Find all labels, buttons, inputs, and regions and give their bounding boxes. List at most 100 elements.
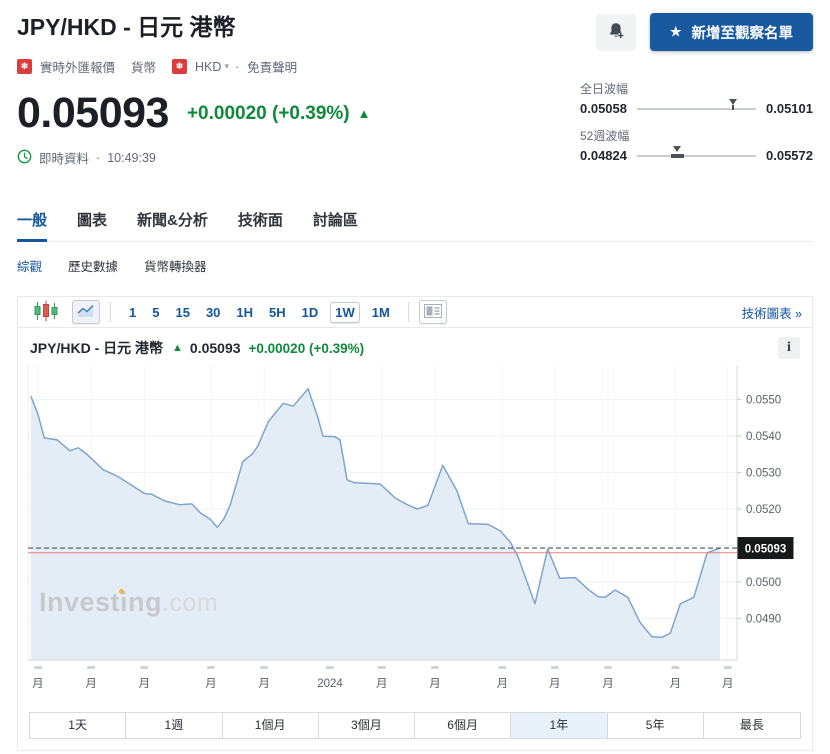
svg-text:月: 月 (258, 678, 270, 690)
tab-news-analysis[interactable]: 新聞&分析 (137, 209, 208, 241)
disclaimer-link[interactable]: 免責聲明 (247, 57, 297, 76)
page-header: JPY/HKD - 日元 港幣 ★ 新增至觀察名單 (17, 0, 813, 51)
interval-1d[interactable]: 1D (302, 305, 319, 320)
chart-toolbar: 1 5 15 30 1H 5H 1D 1W 1M 技術圖表 » (18, 297, 812, 328)
svg-text:月: 月 (376, 678, 388, 690)
interval-5h[interactable]: 5H (269, 305, 286, 320)
tab-charts[interactable]: 圖表 (77, 209, 107, 241)
week52-range-row: 0.04824 0.05572 (580, 145, 813, 163)
chart-up-arrow-icon: ▲ (172, 342, 183, 354)
svg-text:0.0540: 0.0540 (746, 431, 781, 443)
svg-text:月: 月 (85, 678, 97, 690)
subtab-historical-data[interactable]: 歷史數據 (68, 256, 118, 275)
interval-1[interactable]: 1 (129, 305, 136, 320)
time-range-buttons: 1天 1週 1個月 3個月 6個月 1年 5年 最長 (29, 712, 801, 739)
week52-range-marker (672, 145, 681, 152)
toolbar-separator (407, 302, 409, 322)
clock-icon (17, 149, 32, 167)
chart-area: 0.05500.05400.05300.05200.05100.05000.04… (18, 365, 812, 700)
instrument-type-link[interactable]: 貨幣 (131, 57, 156, 76)
watchlist-button-label: 新增至觀察名單 (691, 25, 794, 42)
svg-text:0.05093: 0.05093 (745, 543, 787, 555)
technical-chart-link[interactable]: 技術圖表 » (742, 303, 802, 322)
candlestick-icon (33, 300, 59, 325)
svg-text:0.0530: 0.0530 (746, 468, 781, 480)
week52-range-low: 0.04824 (580, 148, 627, 163)
star-icon: ★ (669, 24, 682, 39)
interval-1w[interactable]: 1W (330, 301, 360, 323)
svg-text:月: 月 (32, 678, 44, 690)
area-chart-icon (77, 304, 95, 321)
main-tabs: 一般 圖表 新聞&分析 技術面 討論區 (17, 209, 813, 242)
info-icon[interactable]: i (778, 337, 800, 359)
quote-time: 10:49:39 (107, 150, 156, 165)
chart-change: +0.00020 (+0.39%) (248, 340, 365, 356)
interval-1h[interactable]: 1H (236, 305, 253, 320)
svg-text:0.0550: 0.0550 (746, 395, 781, 407)
create-alert-button[interactable] (595, 13, 636, 51)
add-to-watchlist-button[interactable]: ★ 新增至觀察名單 (649, 13, 813, 51)
up-arrow-icon: ▲ (357, 106, 371, 121)
svg-text:月: 月 (722, 678, 734, 690)
time-axis-labels: 月 月 月 月 月 2024 月 月 月 月 月 月 月 (32, 666, 734, 690)
day-range-track (637, 98, 756, 110)
subtab-currency-converter[interactable]: 貨幣轉換器 (144, 256, 207, 275)
tab-technical[interactable]: 技術面 (238, 209, 283, 241)
range-3m[interactable]: 3個月 (318, 713, 415, 738)
tab-general[interactable]: 一般 (17, 209, 48, 242)
news-overlay-button[interactable] (418, 300, 447, 324)
tab-discussions[interactable]: 討論區 (313, 209, 358, 241)
toolbar-separator (110, 302, 111, 322)
candlestick-chart-button[interactable] (28, 300, 64, 324)
interval-1m[interactable]: 1M (372, 305, 390, 320)
time-separator: · (96, 150, 101, 165)
svg-text:月: 月 (497, 678, 509, 690)
bell-plus-icon (606, 21, 626, 44)
svg-text:0.0500: 0.0500 (746, 577, 781, 589)
meta-separator: · (234, 59, 240, 74)
svg-text:月: 月 (602, 678, 614, 690)
price-change: +0.00020 (+0.39%) ▲ (187, 103, 371, 125)
chart-title: JPY/HKD - 日元 港幣 (30, 340, 164, 356)
range-6m[interactable]: 6個月 (415, 713, 512, 738)
svg-text:月: 月 (139, 678, 151, 690)
range-1y[interactable]: 1年 (511, 713, 608, 738)
week52-range-track (637, 145, 756, 158)
week52-range-marker-bar (670, 153, 684, 158)
day-range-marker-stem (732, 104, 735, 110)
week52-range-high: 0.05572 (766, 148, 813, 163)
interval-group: 1 5 15 30 1H 5H 1D 1W 1M (121, 301, 398, 323)
svg-text:月: 月 (205, 678, 217, 690)
interval-15[interactable]: 15 (175, 305, 189, 320)
range-1d[interactable]: 1天 (30, 713, 127, 738)
last-price: 0.05093 (17, 89, 169, 137)
quote-type-label: 實時外匯報價 (40, 61, 116, 75)
svg-text:月: 月 (549, 678, 561, 690)
currency-dropdown[interactable]: HKD (195, 60, 221, 74)
svg-text:月: 月 (670, 678, 682, 690)
range-5y[interactable]: 5年 (607, 713, 704, 738)
hk-flag-icon: ✽ (172, 59, 188, 74)
range-1w[interactable]: 1週 (126, 713, 223, 738)
range-1m[interactable]: 1個月 (222, 713, 319, 738)
interval-5[interactable]: 5 (152, 305, 159, 320)
week52-range-label: 52週波幅 (580, 129, 630, 143)
quote-page: JPY/HKD - 日元 港幣 ★ 新增至觀察名單 ✽ 實時外匯報價 貨幣 ✽ … (0, 0, 830, 751)
svg-text:0.0490: 0.0490 (746, 613, 781, 625)
chart-header: JPY/HKD - 日元 港幣 ▲ 0.05093 +0.00020 (+0.3… (18, 328, 812, 365)
realtime-label: 即時資料 (39, 152, 90, 166)
svg-text:2024: 2024 (317, 678, 343, 690)
day-range-label: 全日波幅 (580, 82, 629, 96)
svg-text:0.0520: 0.0520 (746, 504, 781, 516)
area-fill (30, 388, 721, 660)
day-range-low: 0.05058 (580, 101, 627, 116)
area-chart-button[interactable] (72, 300, 100, 324)
interval-30[interactable]: 30 (206, 305, 220, 320)
price-chart[interactable]: 0.05500.05400.05300.05200.05100.05000.04… (18, 365, 812, 695)
range-max[interactable]: 最長 (703, 713, 800, 738)
news-panel-icon (423, 303, 442, 321)
sub-tabs: 綜觀 歷史數據 貨幣轉換器 (17, 256, 813, 275)
chart-card: 1 5 15 30 1H 5H 1D 1W 1M 技術圖表 » JPY/HKD - 日元 港幣 … (17, 296, 813, 751)
day-range-high: 0.05101 (766, 101, 813, 116)
subtab-overview[interactable]: 綜觀 (17, 256, 42, 275)
